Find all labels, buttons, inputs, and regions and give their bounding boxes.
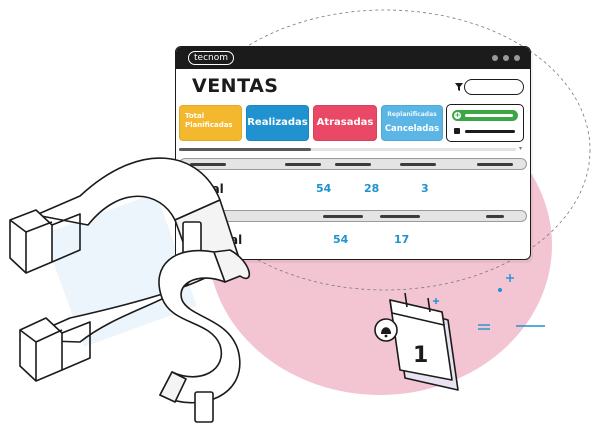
window-controls	[492, 55, 520, 61]
window-titlebar: tecnom	[176, 47, 530, 69]
header-placeholder	[380, 215, 420, 218]
calendar-icon	[454, 128, 460, 134]
blue-shadow-shape	[43, 193, 197, 347]
card-replanificadas-canceladas[interactable]: Replanificadas Canceladas	[381, 105, 443, 141]
header-placeholder	[335, 163, 371, 166]
header-placeholder	[486, 215, 504, 218]
sales-window: tecnom VENTAS Total Planificadas Realiza…	[175, 46, 531, 260]
horizontal-scrollbar[interactable]	[179, 148, 516, 151]
card-total-planificadas[interactable]: Total Planificadas	[179, 105, 242, 141]
bell-icon	[381, 327, 391, 334]
table-row-label: eral	[216, 233, 243, 247]
page-title: VENTAS	[192, 75, 279, 97]
date-picker[interactable]	[454, 127, 516, 137]
window-dot[interactable]	[514, 55, 520, 61]
filter-icon[interactable]	[455, 83, 463, 91]
card-atrasadas[interactable]: Atrasadas	[313, 105, 377, 141]
card-label-line2: Canceladas	[384, 124, 440, 134]
table-header	[179, 210, 527, 222]
scrollbar-thumb[interactable]	[179, 148, 311, 151]
header-placeholder	[400, 163, 436, 166]
card-label-line1: Replanificadas	[387, 111, 437, 118]
table-cell: 3	[421, 182, 429, 195]
dot-decoration	[498, 288, 502, 292]
header-placeholder	[190, 215, 210, 218]
add-button[interactable]: +	[452, 110, 518, 121]
sparkle-decoration	[433, 274, 545, 330]
card-label-line1: Total	[185, 112, 205, 120]
table-cell: 17	[394, 233, 410, 246]
table-row-label: Total	[191, 182, 224, 196]
filter-input[interactable]	[464, 79, 524, 95]
table-header	[179, 158, 527, 170]
calendar-illustration	[374, 292, 459, 391]
header-placeholder	[190, 163, 226, 166]
card-label: Atrasadas	[316, 117, 374, 128]
date-placeholder-bar	[465, 130, 515, 133]
calendar-day: 1	[413, 343, 428, 368]
brand-logo: tecnom	[188, 51, 234, 65]
window-dot[interactable]	[503, 55, 509, 61]
header-placeholder	[323, 215, 363, 218]
card-realizadas[interactable]: Realizadas	[246, 105, 309, 141]
action-panel: +	[446, 104, 524, 142]
header-placeholder	[477, 163, 513, 166]
card-label-line2: Planificadas	[185, 121, 233, 129]
header-placeholder	[285, 163, 321, 166]
illustration-scene: tecnom VENTAS Total Planificadas Realiza…	[0, 0, 599, 427]
card-label: Realizadas	[247, 117, 308, 128]
plus-circle-icon: +	[454, 111, 461, 119]
table-cell: 28	[364, 182, 380, 195]
add-button-placeholder-bar	[465, 114, 513, 117]
table-cell: 54	[316, 182, 332, 195]
window-dot[interactable]	[492, 55, 498, 61]
scroll-down-icon[interactable]: ▾	[519, 145, 522, 152]
table-cell: 54	[333, 233, 349, 246]
